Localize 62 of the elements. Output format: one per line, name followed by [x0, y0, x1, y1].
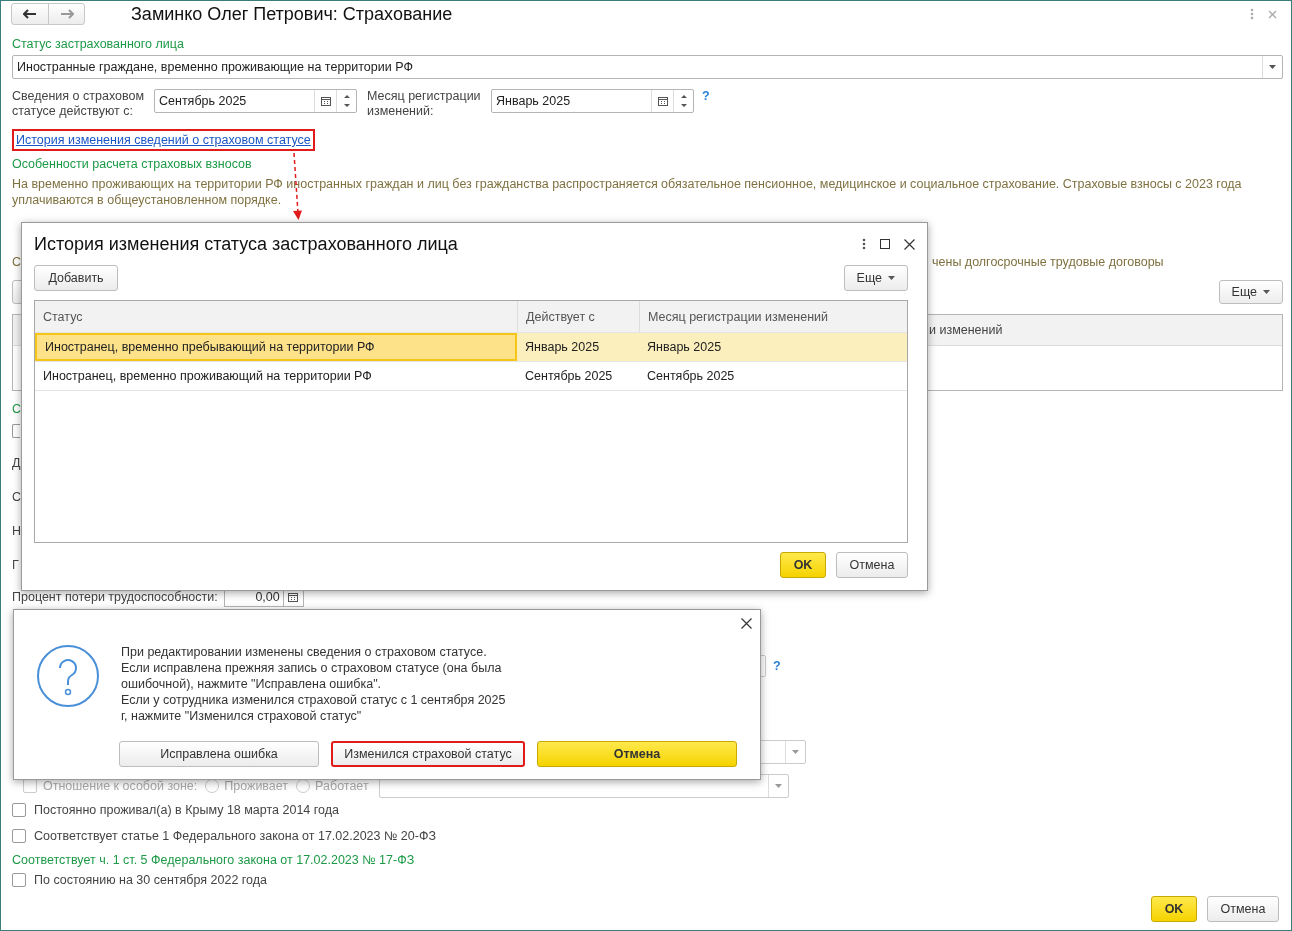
add-button[interactable]: Добавить — [34, 265, 118, 291]
message-text: При редактировании изменены сведения о страховом статусе. Если исправлена прежняя запись о страховом статусе (она была ошибочной), нажмите "Исправлена ошибка". Если у сотрудника изменился страховой статус с 1 сентября 2025 г, нажмите "Изменился страховой статус" — [121, 644, 507, 724]
field-label: Процент потери трудоспособности: — [12, 590, 218, 604]
field-label: Д — [12, 456, 21, 470]
section-label: Соответствует ч. 1 ст. 5 Федерального закона от 17.02.2023 № 17-ФЗ — [12, 852, 416, 868]
table-cell-text: Иностранец, временно проживающий на территории РФ — [42, 368, 373, 385]
checkbox[interactable] — [12, 873, 26, 887]
checkbox-label: Постоянно проживал(а) в Крыму 18 марта 2014 года — [34, 803, 339, 817]
radio-label: Работает — [315, 779, 369, 793]
choice-button[interactable]: Исправлена ошибка — [119, 741, 319, 767]
column-header: Статус — [42, 308, 84, 326]
more-button[interactable]: Еще — [843, 265, 908, 291]
date-field[interactable]: Январь 2025 — [491, 89, 694, 113]
cancel-button[interactable]: Отмена — [836, 552, 908, 578]
column-header: Действует с — [517, 301, 639, 332]
window-title: Заминко Олег Петрович: Страхование — [131, 3, 454, 25]
table-cell-text: Сентябрь 2025 — [524, 368, 614, 385]
cancel-button[interactable]: Отмена — [537, 741, 737, 767]
close-icon[interactable] — [741, 618, 752, 629]
help-link[interactable]: ? — [773, 659, 781, 673]
info-text: чены долгосрочные трудовые договоры — [932, 255, 1164, 269]
status-combobox[interactable]: Иностранные граждане, временно проживающие на территории РФ — [12, 55, 1283, 79]
more-button[interactable]: Еще — [1218, 280, 1283, 304]
section-label: С — [12, 402, 22, 416]
field-label: Отношение к особой зоне: — [43, 779, 198, 793]
caret-icon — [888, 276, 895, 280]
field-label: С — [12, 490, 22, 504]
checkbox-label: Соответствует статье 1 Федерального закона от 17.02.2023 № 20-ФЗ — [34, 829, 436, 843]
dialog-title: История изменения статуса застрахованного лица — [34, 233, 459, 255]
info-text: На временно проживающих на территории РФ иностранных граждан и лиц без гражданства распространяется обязательное пенсионное, медицинское и социальное страхование. Страховые взносы с 2023 года уплачиваются в общеустановленном порядке. — [12, 176, 1243, 208]
section-label: Особенности расчета страховых взносов — [12, 156, 253, 172]
caret-icon — [1263, 290, 1270, 294]
table-cell: Иностранец, временно пребывающий на территории РФ — [35, 333, 517, 361]
checkbox[interactable] — [12, 424, 20, 438]
ok-button[interactable]: OK — [1151, 896, 1197, 922]
field-label: Сведения о страховом статусе действуют с: — [12, 89, 145, 119]
question-icon — [36, 644, 100, 708]
column-header: и изменений — [929, 323, 1003, 337]
help-link[interactable]: ? — [702, 89, 710, 103]
calendar-icon — [288, 592, 299, 602]
choice-button[interactable]: Изменился страховой статус — [331, 741, 525, 767]
field-label: Н — [12, 524, 22, 538]
cancel-button[interactable]: Отмена — [1207, 896, 1279, 922]
date-field[interactable]: Сентябрь 2025 — [154, 89, 357, 113]
radio-label: Проживает — [224, 779, 289, 793]
table-cell-text: Январь 2025 — [646, 339, 723, 356]
section-label: Статус застрахованного лица — [12, 36, 185, 52]
checkbox[interactable] — [12, 829, 26, 843]
close-icon[interactable] — [904, 238, 915, 250]
checkbox[interactable] — [12, 803, 26, 817]
info-text: С — [12, 255, 22, 269]
more-icon[interactable] — [862, 238, 866, 250]
field-label: Г — [12, 558, 19, 572]
table-cell-text: Сентябрь 2025 — [646, 368, 736, 385]
column-header: Месяц регистрации изменений — [639, 301, 907, 332]
checkbox-label: По состоянию на 30 сентября 2022 года — [34, 873, 268, 887]
field-label: Месяц регистрации изменений: — [367, 89, 482, 119]
history-link[interactable]: История изменения сведений о страховом статусе — [16, 133, 311, 147]
maximize-icon[interactable] — [880, 239, 890, 249]
ok-button[interactable]: OK — [780, 552, 826, 578]
table-cell-text: Январь 2025 — [524, 339, 601, 356]
table-row[interactable]: Иностранец, временно пребывающий на территории РФ Январь 2025 Январь 2025 — [35, 333, 907, 362]
